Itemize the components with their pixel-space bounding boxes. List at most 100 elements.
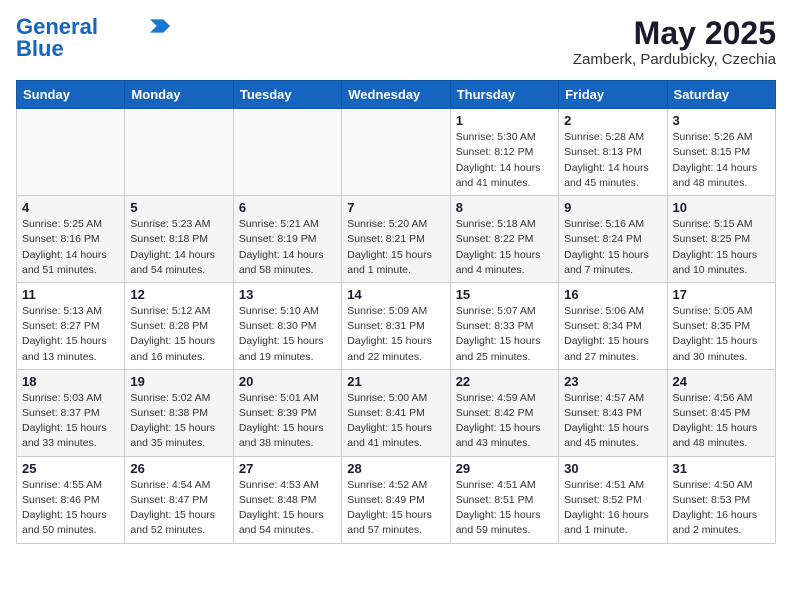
- calendar-cell: 25 Sunrise: 4:55 AMSunset: 8:46 PMDayligh…: [17, 456, 125, 543]
- day-number: 13: [239, 287, 336, 302]
- logo-text: General: [16, 16, 98, 38]
- day-info: Sunrise: 5:02 AMSunset: 8:38 PMDaylight:…: [130, 391, 227, 452]
- day-info: Sunrise: 5:12 AMSunset: 8:28 PMDaylight:…: [130, 304, 227, 365]
- header-thursday: Thursday: [450, 81, 558, 109]
- day-number: 1: [456, 113, 553, 128]
- day-number: 15: [456, 287, 553, 302]
- day-info: Sunrise: 5:21 AMSunset: 8:19 PMDaylight:…: [239, 217, 336, 278]
- week-row-5: 25 Sunrise: 4:55 AMSunset: 8:46 PMDayligh…: [17, 456, 776, 543]
- calendar-cell: 24 Sunrise: 4:56 AMSunset: 8:45 PMDayligh…: [667, 369, 775, 456]
- day-info: Sunrise: 4:51 AMSunset: 8:51 PMDaylight:…: [456, 478, 553, 539]
- day-number: 27: [239, 461, 336, 476]
- day-info: Sunrise: 5:18 AMSunset: 8:22 PMDaylight:…: [456, 217, 553, 278]
- calendar-cell: [125, 109, 233, 196]
- calendar-cell: 18 Sunrise: 5:03 AMSunset: 8:37 PMDayligh…: [17, 369, 125, 456]
- day-number: 23: [564, 374, 661, 389]
- calendar-cell: [342, 109, 450, 196]
- calendar-cell: [17, 109, 125, 196]
- day-number: 31: [673, 461, 770, 476]
- day-number: 22: [456, 374, 553, 389]
- header-wednesday: Wednesday: [342, 81, 450, 109]
- location-subtitle: Zamberk, Pardubicky, Czechia: [573, 51, 776, 68]
- day-number: 3: [673, 113, 770, 128]
- calendar-cell: 16 Sunrise: 5:06 AMSunset: 8:34 PMDayligh…: [559, 282, 667, 369]
- day-info: Sunrise: 5:13 AMSunset: 8:27 PMDaylight:…: [22, 304, 119, 365]
- day-number: 18: [22, 374, 119, 389]
- calendar-cell: 23Sunrise: 4:57 AMSunset: 8:43 PMDayligh…: [559, 369, 667, 456]
- day-number: 8: [456, 200, 553, 215]
- day-number: 19: [130, 374, 227, 389]
- logo: General Blue: [16, 16, 170, 60]
- day-number: 20: [239, 374, 336, 389]
- day-info: Sunrise: 5:15 AMSunset: 8:25 PMDaylight:…: [673, 217, 770, 278]
- day-number: 21: [347, 374, 444, 389]
- day-info: Sunrise: 5:30 AMSunset: 8:12 PMDaylight:…: [456, 130, 553, 191]
- calendar-cell: 20 Sunrise: 5:01 AMSunset: 8:39 PMDayligh…: [233, 369, 341, 456]
- header-sunday: Sunday: [17, 81, 125, 109]
- day-info: Sunrise: 5:03 AMSunset: 8:37 PMDaylight:…: [22, 391, 119, 452]
- calendar-cell: 15 Sunrise: 5:07 AMSunset: 8:33 PMDayligh…: [450, 282, 558, 369]
- day-number: 9: [564, 200, 661, 215]
- calendar-cell: 31 Sunrise: 4:50 AMSunset: 8:53 PMDayligh…: [667, 456, 775, 543]
- calendar-cell: 5 Sunrise: 5:23 AMSunset: 8:18 PMDaylight…: [125, 196, 233, 283]
- calendar-cell: 21 Sunrise: 5:00 AMSunset: 8:41 PMDayligh…: [342, 369, 450, 456]
- day-info: Sunrise: 4:53 AMSunset: 8:48 PMDaylight:…: [239, 478, 336, 539]
- day-info: Sunrise: 4:54 AMSunset: 8:47 PMDaylight:…: [130, 478, 227, 539]
- calendar-cell: 14 Sunrise: 5:09 AMSunset: 8:31 PMDayligh…: [342, 282, 450, 369]
- day-number: 25: [22, 461, 119, 476]
- day-info: Sunrise: 4:52 AMSunset: 8:49 PMDaylight:…: [347, 478, 444, 539]
- day-number: 5: [130, 200, 227, 215]
- day-info: Sunrise: 5:10 AMSunset: 8:30 PMDaylight:…: [239, 304, 336, 365]
- calendar-cell: 19 Sunrise: 5:02 AMSunset: 8:38 PMDayligh…: [125, 369, 233, 456]
- calendar-header-row: SundayMondayTuesdayWednesdayThursdayFrid…: [17, 81, 776, 109]
- day-number: 29: [456, 461, 553, 476]
- day-number: 7: [347, 200, 444, 215]
- calendar-cell: 30Sunrise: 4:51 AMSunset: 8:52 PMDayligh…: [559, 456, 667, 543]
- logo-blue-text: Blue: [16, 38, 64, 60]
- day-number: 24: [673, 374, 770, 389]
- calendar-cell: 17Sunrise: 5:05 AMSunset: 8:35 PMDayligh…: [667, 282, 775, 369]
- day-info: Sunrise: 5:05 AMSunset: 8:35 PMDaylight:…: [673, 304, 770, 365]
- day-info: Sunrise: 5:01 AMSunset: 8:39 PMDaylight:…: [239, 391, 336, 452]
- calendar-cell: 28Sunrise: 4:52 AMSunset: 8:49 PMDayligh…: [342, 456, 450, 543]
- calendar-cell: 1 Sunrise: 5:30 AMSunset: 8:12 PMDaylight…: [450, 109, 558, 196]
- calendar-cell: 22Sunrise: 4:59 AMSunset: 8:42 PMDayligh…: [450, 369, 558, 456]
- title-block: May 2025 Zamberk, Pardubicky, Czechia: [573, 16, 776, 68]
- day-number: 10: [673, 200, 770, 215]
- day-number: 4: [22, 200, 119, 215]
- calendar-cell: 2 Sunrise: 5:28 AMSunset: 8:13 PMDaylight…: [559, 109, 667, 196]
- week-row-4: 18 Sunrise: 5:03 AMSunset: 8:37 PMDayligh…: [17, 369, 776, 456]
- day-info: Sunrise: 5:28 AMSunset: 8:13 PMDaylight:…: [564, 130, 661, 191]
- day-number: 16: [564, 287, 661, 302]
- day-info: Sunrise: 4:55 AMSunset: 8:46 PMDaylight:…: [22, 478, 119, 539]
- day-info: Sunrise: 5:07 AMSunset: 8:33 PMDaylight:…: [456, 304, 553, 365]
- day-info: Sunrise: 4:56 AMSunset: 8:45 PMDaylight:…: [673, 391, 770, 452]
- day-number: 2: [564, 113, 661, 128]
- week-row-1: 1 Sunrise: 5:30 AMSunset: 8:12 PMDaylight…: [17, 109, 776, 196]
- week-row-3: 11Sunrise: 5:13 AMSunset: 8:27 PMDayligh…: [17, 282, 776, 369]
- day-info: Sunrise: 5:06 AMSunset: 8:34 PMDaylight:…: [564, 304, 661, 365]
- page-header: General Blue May 2025 Zamberk, Pardubick…: [16, 16, 776, 68]
- calendar-cell: 3Sunrise: 5:26 AMSunset: 8:15 PMDaylight…: [667, 109, 775, 196]
- header-friday: Friday: [559, 81, 667, 109]
- day-number: 12: [130, 287, 227, 302]
- header-tuesday: Tuesday: [233, 81, 341, 109]
- day-number: 6: [239, 200, 336, 215]
- day-info: Sunrise: 5:09 AMSunset: 8:31 PMDaylight:…: [347, 304, 444, 365]
- calendar-cell: 27 Sunrise: 4:53 AMSunset: 8:48 PMDayligh…: [233, 456, 341, 543]
- day-info: Sunrise: 4:50 AMSunset: 8:53 PMDaylight:…: [673, 478, 770, 539]
- calendar-table: SundayMondayTuesdayWednesdayThursdayFrid…: [16, 80, 776, 543]
- calendar-cell: 7Sunrise: 5:20 AMSunset: 8:21 PMDaylight…: [342, 196, 450, 283]
- logo-icon: [150, 19, 170, 33]
- day-number: 26: [130, 461, 227, 476]
- calendar-cell: 26 Sunrise: 4:54 AMSunset: 8:47 PMDayligh…: [125, 456, 233, 543]
- calendar-cell: 4Sunrise: 5:25 AMSunset: 8:16 PMDaylight…: [17, 196, 125, 283]
- header-saturday: Saturday: [667, 81, 775, 109]
- day-info: Sunrise: 5:23 AMSunset: 8:18 PMDaylight:…: [130, 217, 227, 278]
- calendar-cell: 11Sunrise: 5:13 AMSunset: 8:27 PMDayligh…: [17, 282, 125, 369]
- header-monday: Monday: [125, 81, 233, 109]
- day-info: Sunrise: 5:00 AMSunset: 8:41 PMDaylight:…: [347, 391, 444, 452]
- calendar-cell: 6 Sunrise: 5:21 AMSunset: 8:19 PMDaylight…: [233, 196, 341, 283]
- day-info: Sunrise: 5:16 AMSunset: 8:24 PMDaylight:…: [564, 217, 661, 278]
- day-number: 14: [347, 287, 444, 302]
